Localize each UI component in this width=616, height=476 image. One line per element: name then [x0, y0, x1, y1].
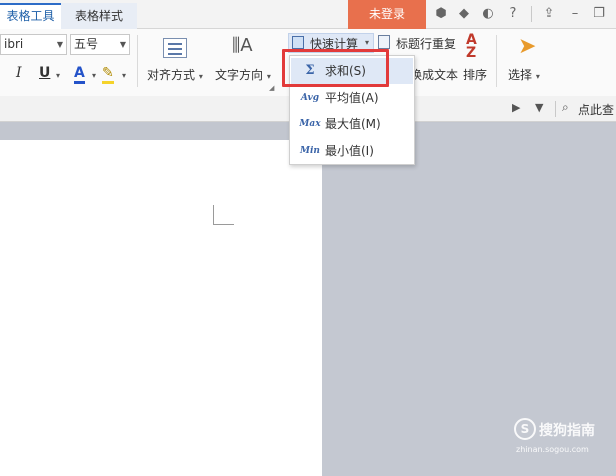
- upload-icon[interactable]: ⇪: [540, 5, 558, 23]
- font-size-select[interactable]: 五号 ▼: [70, 34, 130, 55]
- play-icon[interactable]: ▶: [512, 101, 520, 114]
- avg-icon: Avg: [300, 93, 320, 103]
- align-button[interactable]: 对齐方式 ▾: [147, 66, 203, 83]
- menu-item-label: 最小值(I): [325, 144, 374, 158]
- page-margin-marker: [213, 205, 234, 225]
- select-button[interactable]: 选择 ▾: [508, 66, 540, 83]
- menu-item-average[interactable]: Avg 平均值(A): [291, 85, 413, 111]
- menu-item-min[interactable]: Min 最小值(I): [291, 138, 413, 164]
- sort-icon[interactable]: AZ: [466, 33, 477, 60]
- header-repeat-button[interactable]: 标题行重复: [396, 35, 456, 52]
- ribbon-divider: [496, 35, 497, 87]
- chevron-down-icon: ▼: [119, 40, 126, 49]
- min-icon: Min: [300, 146, 320, 156]
- text-direction-label: 文字方向: [215, 68, 264, 82]
- font-size-value: 五号: [74, 37, 99, 51]
- font-name-value: ibri: [4, 37, 24, 51]
- align-label: 对齐方式: [147, 68, 196, 82]
- font-color-icon[interactable]: A: [74, 65, 85, 84]
- text-direction-button[interactable]: 文字方向 ▾: [215, 66, 271, 83]
- chevron-down-icon[interactable]: ▾: [92, 68, 96, 84]
- sogou-logo-icon: S: [514, 418, 536, 440]
- ribbon-divider: [137, 35, 138, 87]
- chevron-down-icon: ▾: [535, 72, 540, 81]
- chevron-down-icon: ▾: [266, 72, 271, 81]
- tab-table-style[interactable]: 表格样式: [61, 3, 137, 29]
- font-name-select[interactable]: ibri ▼: [0, 34, 67, 55]
- max-icon: Max: [299, 119, 321, 129]
- document-page[interactable]: [0, 140, 322, 476]
- chevron-down-icon[interactable]: ▾: [122, 68, 126, 84]
- menu-item-max[interactable]: Max 最大值(M): [291, 111, 413, 137]
- skin-icon[interactable]: ◐: [479, 5, 497, 23]
- cube-icon[interactable]: ◆: [455, 5, 473, 23]
- convert-to-text-button[interactable]: 换成文本: [410, 66, 458, 83]
- calc-icon: [292, 36, 304, 49]
- dialog-launcher-icon[interactable]: ◢: [269, 84, 274, 92]
- login-button[interactable]: 未登录: [348, 0, 426, 29]
- search-icon[interactable]: ⌕: [562, 100, 569, 115]
- search-box[interactable]: 点此查: [578, 101, 614, 118]
- sort-button[interactable]: 排序: [463, 66, 487, 83]
- help-icon[interactable]: ?: [504, 5, 522, 23]
- app-logo-icon[interactable]: ⬢: [432, 5, 450, 23]
- chevron-down-icon: ▾: [365, 38, 370, 47]
- watermark-text: 搜狗指南: [539, 423, 595, 439]
- header-repeat-icon: [378, 35, 390, 49]
- filter-icon[interactable]: ▼: [535, 101, 543, 114]
- chevron-down-icon: ▼: [56, 40, 63, 49]
- tab-bar: 表格工具 表格样式 未登录 ⬢ ◆ ◐ ? ⇪ – ❐: [0, 0, 616, 29]
- highlight-annotation: [282, 49, 389, 87]
- tab-table-tools[interactable]: 表格工具: [0, 3, 61, 29]
- toolbar-divider: [555, 101, 556, 117]
- align-icon[interactable]: [163, 38, 187, 58]
- cursor-icon[interactable]: ➤: [518, 34, 536, 59]
- menu-item-label: 最大值(M): [325, 117, 381, 131]
- italic-icon[interactable]: I: [16, 65, 22, 81]
- restore-icon[interactable]: ❐: [590, 5, 608, 23]
- chevron-down-icon: ▾: [198, 72, 203, 81]
- toolbar-divider: [531, 6, 532, 22]
- menu-item-label: 平均值(A): [325, 91, 379, 105]
- watermark-url: zhinan.sogou.com: [516, 445, 589, 454]
- text-direction-icon[interactable]: ⫼A: [232, 35, 253, 56]
- underline-icon[interactable]: U: [39, 65, 50, 81]
- select-label: 选择: [508, 68, 533, 82]
- highlighter-icon[interactable]: ✎: [102, 65, 114, 84]
- chevron-down-icon[interactable]: ▾: [56, 68, 60, 84]
- minimize-icon[interactable]: –: [566, 5, 584, 23]
